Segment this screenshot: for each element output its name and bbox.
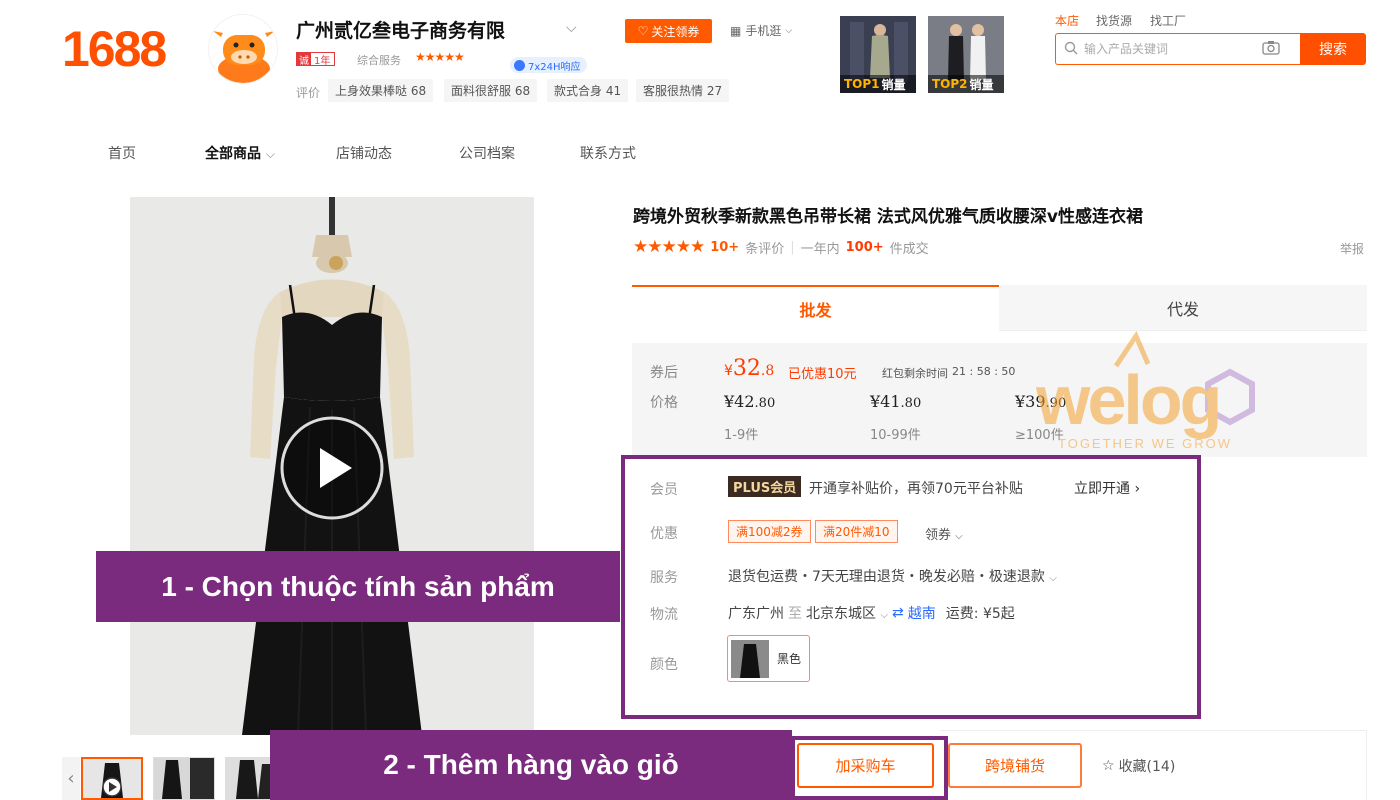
mobile-browse-link[interactable]: ▦ 手机逛 ⌵	[730, 22, 792, 39]
tier-price: ¥41 .80	[870, 392, 922, 411]
top-product-thumb[interactable]: TOP2 销量	[928, 16, 1004, 93]
tab-wholesale[interactable]: 批发	[632, 285, 999, 331]
year-badge-icon: 诚	[297, 53, 311, 67]
rating-row: ★★★★★ 10+ 条评价 | 一年内 100+ 件成交	[633, 237, 929, 257]
product-main-image[interactable]	[130, 197, 534, 735]
star-outline-icon: ☆	[1102, 758, 1115, 774]
top-product-thumb[interactable]: TOP1 销量	[840, 16, 916, 93]
cross-border-listing-button[interactable]: 跨境铺货	[948, 743, 1082, 788]
chevron-down-icon: ⌵	[785, 25, 793, 36]
step1-highlight-box	[621, 455, 1201, 719]
nav-shop-news[interactable]: 店铺动态	[336, 143, 392, 163]
video-thumb-image	[83, 759, 141, 798]
camera-icon[interactable]	[1262, 40, 1280, 59]
dress-thumb-image	[154, 758, 214, 799]
top-product-label: TOP1 销量	[840, 75, 916, 93]
search-tab-find-factory[interactable]: 找工厂	[1150, 12, 1186, 29]
service-score-label: 综合服务	[357, 54, 401, 67]
search-button[interactable]: 搜索	[1300, 33, 1366, 65]
product-title: 跨境外贸秋季新款黑色吊带长裙 法式风优雅气质收腰深v性感连衣裙	[633, 207, 1143, 227]
response-badge: 7x24H响应	[510, 57, 587, 73]
after-coupon-price: ¥ 32 .8	[724, 356, 775, 381]
price-label: 价格	[650, 395, 678, 411]
cow-mascot-icon	[213, 31, 275, 83]
divider: |	[790, 239, 795, 255]
top-product-label: TOP2 销量	[928, 75, 1004, 93]
nav-company-profile[interactable]: 公司档案	[459, 143, 515, 163]
nav-home[interactable]: 首页	[108, 143, 136, 163]
chevron-left-icon[interactable]: ‹	[62, 757, 80, 800]
report-link[interactable]: 举报	[1340, 240, 1364, 257]
chevron-down-icon[interactable]: ⌵	[566, 20, 577, 36]
favorite-label: 收藏(14)	[1118, 759, 1176, 775]
tier-range: 1-9件	[724, 428, 759, 443]
tier-range: 10-99件	[870, 428, 921, 443]
after-coupon-label: 券后	[650, 365, 678, 381]
nav-all-products-label: 全部商品	[205, 146, 261, 162]
site-logo[interactable]: 1688	[62, 20, 167, 78]
search-icon	[1064, 40, 1078, 59]
review-tag[interactable]: 上身效果棒哒 68	[328, 79, 434, 102]
mobile-label: 手机逛	[745, 24, 782, 38]
rating-stars: ★★★★★	[633, 237, 705, 257]
chevron-down-icon: ⌵	[265, 147, 275, 161]
review-tag[interactable]: 客服很热情 27	[636, 79, 730, 102]
thumbnail-video[interactable]	[81, 757, 143, 800]
step1-banner: 1 - Chọn thuộc tính sản phẩm	[96, 551, 620, 622]
qr-grid-icon: ▦	[730, 23, 742, 38]
sales-count: 100+	[845, 239, 884, 255]
response-badge-text: 7x24H响应	[528, 61, 581, 73]
heart-icon: ♡	[637, 24, 649, 38]
step2-banner: 2 - Thêm hàng vào giỏ	[270, 730, 792, 800]
clock-icon	[514, 59, 525, 71]
favorite-button[interactable]: ☆ 收藏(14)	[1102, 756, 1175, 776]
search-input[interactable]	[1084, 42, 1256, 56]
shop-name[interactable]: 广州贰亿叁电子商务有限	[296, 16, 505, 43]
follow-label: 关注领券	[651, 24, 700, 39]
welog-tagline: TOGETHER WE GROW	[1058, 436, 1233, 451]
nav-all-products[interactable]: 全部商品 ⌵	[205, 143, 275, 163]
year-badge-text: 1年	[314, 55, 331, 67]
countdown: 红包剩余时间 21 : 58 : 50	[882, 365, 1016, 380]
review-tag[interactable]: 款式合身 41	[547, 79, 629, 102]
service-stars: ★★★★★	[415, 50, 465, 64]
search-tab-this-shop[interactable]: 本店	[1055, 12, 1079, 29]
review-tag[interactable]: 面料很舒服 68	[444, 79, 538, 102]
review-label: 评价	[296, 86, 321, 100]
nav-contact[interactable]: 联系方式	[580, 143, 636, 163]
dress-on-mannequin-image	[130, 197, 534, 735]
sales-prefix: 一年内	[800, 241, 840, 257]
discount-text: 已优惠10元	[788, 367, 857, 382]
membership-year-badge: 诚 1年	[296, 52, 336, 67]
search-tab-find-source[interactable]: 找货源	[1096, 12, 1132, 29]
search-box	[1055, 33, 1300, 65]
welog-brand-text: welog	[1036, 361, 1222, 439]
shop-avatar[interactable]	[208, 14, 278, 84]
tab-dropship[interactable]: 代发	[999, 285, 1367, 331]
follow-shop-button[interactable]: ♡ 关注领券	[625, 19, 712, 43]
tier-price: ¥42 .80	[724, 392, 776, 411]
thumbnail-image[interactable]	[153, 757, 215, 800]
sales-suffix: 件成交	[889, 241, 929, 257]
review-suffix: 条评价	[745, 241, 785, 257]
welog-watermark: welog TOGETHER WE GROW	[1036, 326, 1336, 454]
review-count[interactable]: 10+	[710, 240, 739, 255]
step2-highlight-box	[791, 736, 948, 800]
